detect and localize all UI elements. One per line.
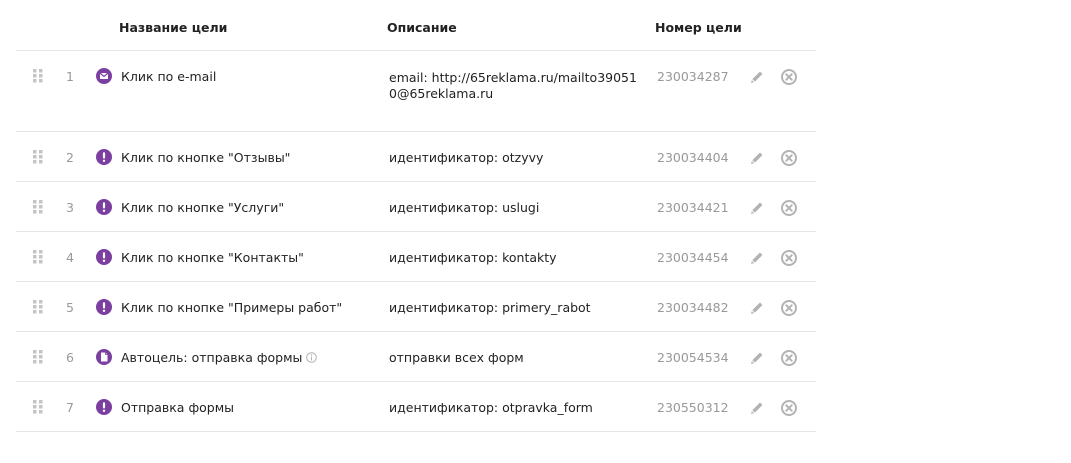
delete-icon[interactable] (781, 250, 797, 266)
drag-handle-icon[interactable] (33, 300, 43, 314)
goal-number: 230034482 (657, 300, 729, 315)
goal-index: 5 (66, 300, 74, 315)
delete-icon[interactable] (781, 69, 797, 85)
goal-name-text: Автоцель: отправка формы (121, 350, 303, 365)
goal-index: 1 (66, 69, 74, 84)
goal-name: Автоцель: отправка формы (121, 350, 318, 365)
drag-handle-icon[interactable] (33, 350, 43, 364)
column-header-description: Описание (387, 20, 457, 35)
delete-icon[interactable] (781, 200, 797, 216)
goal-index: 7 (66, 400, 74, 415)
drag-handle-icon[interactable] (33, 150, 43, 164)
exclamation-icon (96, 299, 112, 315)
table-header: Название цели Описание Номер цели (16, 0, 816, 51)
drag-handle-icon[interactable] (33, 69, 43, 83)
edit-pencil-icon[interactable] (749, 300, 765, 316)
goal-name: Отправка формы (121, 400, 235, 415)
edit-pencil-icon[interactable] (749, 350, 765, 366)
goal-number: 230550312 (657, 400, 729, 415)
goal-name: Клик по кнопке "Услуги" (121, 200, 285, 215)
info-icon[interactable] (306, 351, 318, 363)
edit-pencil-icon[interactable] (749, 250, 765, 266)
drag-handle-icon[interactable] (33, 200, 43, 214)
drag-handle-icon[interactable] (33, 250, 43, 264)
goal-description: идентификатор: kontakty (389, 250, 557, 265)
goal-index: 4 (66, 250, 74, 265)
delete-icon[interactable] (781, 400, 797, 416)
goal-description: идентификатор: otpravka_form (389, 400, 593, 415)
goal-row: 4 Клик по кнопке "Контакты" идентификато… (16, 232, 816, 282)
goal-number: 230034421 (657, 200, 729, 215)
goal-row: 5 Клик по кнопке "Примеры работ" идентиф… (16, 282, 816, 332)
goal-name: Клик по кнопке "Контакты" (121, 250, 304, 265)
delete-icon[interactable] (781, 150, 797, 166)
goal-description: идентификатор: primery_rabot (389, 300, 591, 315)
goal-name: Клик по кнопке "Примеры работ" (121, 300, 343, 315)
edit-pencil-icon[interactable] (749, 69, 765, 85)
goal-row: 6 Автоцель: отправка формы отправки всех… (16, 332, 816, 382)
goal-index: 2 (66, 150, 74, 165)
form-icon (96, 349, 112, 365)
drag-handle-icon[interactable] (33, 400, 43, 414)
goal-description: идентификатор: uslugi (389, 200, 540, 215)
exclamation-icon (96, 199, 112, 215)
goal-number: 230034454 (657, 250, 729, 265)
edit-pencil-icon[interactable] (749, 400, 765, 416)
goal-name: Клик по кнопке "Отзывы" (121, 150, 291, 165)
delete-icon[interactable] (781, 300, 797, 316)
goal-number: 230034287 (657, 69, 729, 84)
edit-pencil-icon[interactable] (749, 200, 765, 216)
goal-index: 6 (66, 350, 74, 365)
column-header-name: Название цели (119, 20, 228, 35)
goal-index: 3 (66, 200, 74, 215)
goal-row: 3 Клик по кнопке "Услуги" идентификатор:… (16, 182, 816, 232)
goal-row: 2 Клик по кнопке "Отзывы" идентификатор:… (16, 132, 816, 182)
delete-icon[interactable] (781, 350, 797, 366)
mail-icon (96, 68, 112, 84)
goal-name: Клик по e-mail (121, 69, 217, 84)
goal-description: идентификатор: otzyvy (389, 150, 544, 165)
edit-pencil-icon[interactable] (749, 150, 765, 166)
goal-description: отправки всех форм (389, 350, 524, 365)
exclamation-icon (96, 399, 112, 415)
exclamation-icon (96, 149, 112, 165)
goals-table: Название цели Описание Номер цели 1 Клик… (16, 0, 816, 432)
goal-number: 230054534 (657, 350, 729, 365)
goal-description: email: http://65reklama.ru/mailto390510@… (389, 70, 637, 101)
column-header-number: Номер цели (655, 20, 742, 35)
goal-number: 230034404 (657, 150, 729, 165)
exclamation-icon (96, 249, 112, 265)
goal-row: 1 Клик по e-mail email: http://65reklama… (16, 51, 816, 132)
goal-row: 7 Отправка формы идентификатор: otpravka… (16, 382, 816, 432)
